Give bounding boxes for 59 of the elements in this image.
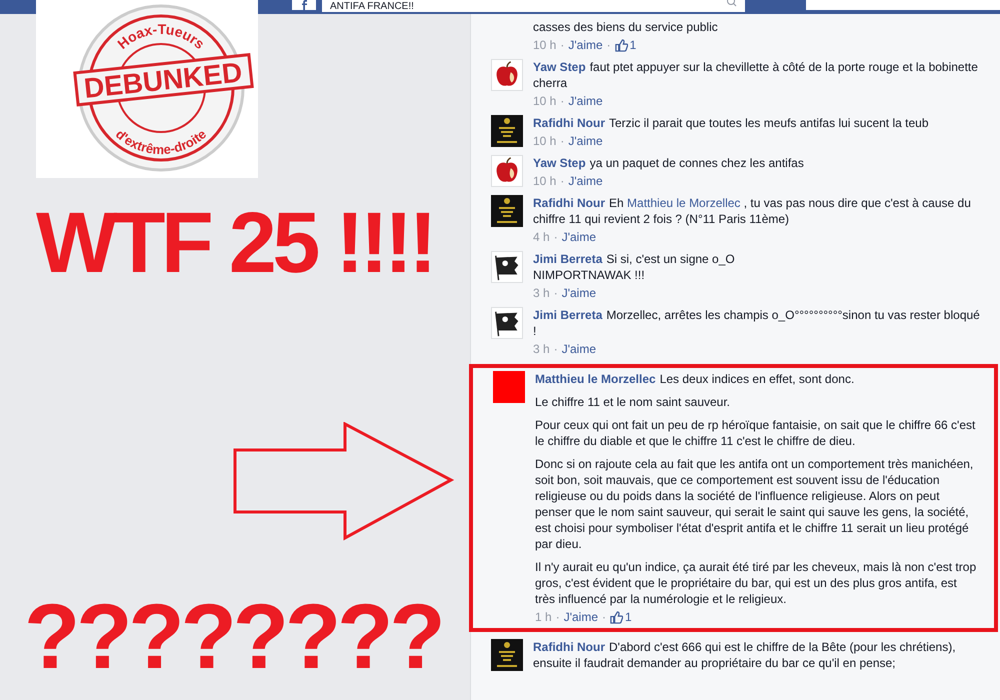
author-link[interactable]: Jimi Berreta bbox=[533, 252, 602, 266]
comment-text: Rafidhi Nour Terzic il parait que toutes les meufs antifas lui sucent la teub bbox=[533, 115, 930, 131]
like-link[interactable]: J'aime bbox=[564, 609, 598, 625]
comment-time: 3 h bbox=[533, 341, 550, 357]
separator-dot: · bbox=[554, 285, 558, 301]
thumbs-up-icon bbox=[614, 38, 628, 52]
thumbs-up-icon bbox=[610, 610, 623, 624]
separator-dot: · bbox=[554, 229, 558, 245]
like-link[interactable]: J'aime bbox=[562, 285, 596, 301]
comment-time: 10 h bbox=[533, 173, 556, 189]
separator-dot: · bbox=[560, 37, 564, 53]
comment-text: Il n'y aurait eu qu'un indice, ça aurait été tiré par les cheveux, mais là non c'est trop gros, c'est évident que le propriétaire du bar, qui est un des plus gros antifa, est très influencé par la numérologie et le religieux. bbox=[535, 559, 978, 607]
author-link[interactable]: Yaw Step bbox=[533, 156, 586, 170]
comment-text: Le chiffre 11 et le nom saint sauveur. bbox=[535, 394, 732, 410]
comment-time: 1 h bbox=[535, 609, 552, 625]
like-link[interactable]: J'aime bbox=[568, 37, 603, 53]
comment-text: Jimi Berreta Si si, c'est un signe o_O bbox=[533, 251, 736, 267]
separator-dot: · bbox=[560, 173, 564, 189]
like-count[interactable]: 1 bbox=[610, 609, 632, 625]
outline-arrow-icon bbox=[233, 422, 455, 542]
like-link[interactable]: J'aime bbox=[568, 93, 603, 109]
comment-text: Yaw Step ya un paquet de connes chez les antifas bbox=[533, 155, 805, 171]
like-count[interactable]: 1 bbox=[614, 37, 636, 53]
comment-text: Pour ceux qui ont fait un peu de rp héroïque fantaisie, on sait que le chiffre 66 c'est le chiffre du diable et que le chiffre 11 c'est le chiffre de dieu. bbox=[535, 417, 976, 449]
comment-time: 10 h bbox=[533, 133, 556, 149]
mention-link[interactable]: Matthieu le Morzellec bbox=[627, 196, 740, 210]
author-link[interactable]: Yaw Step bbox=[533, 60, 586, 74]
author-link[interactable]: Rafidhi Nour bbox=[533, 116, 605, 130]
author-link[interactable]: Rafidhi Nour bbox=[533, 196, 605, 210]
comment-text: Jimi Berreta Morzellec, arrêtes les champis o_O°°°°°°°°°°sinon tu vas rester bloqué ! bbox=[533, 307, 981, 339]
question-marks: ???????? bbox=[24, 592, 443, 682]
comment-time: 10 h bbox=[533, 37, 556, 53]
comment-text: NIMPORTNAWAK !!! bbox=[533, 267, 646, 283]
search-field[interactable]: ANTIFA FRANCE!! bbox=[322, 0, 745, 12]
comment-time: 10 h bbox=[533, 93, 556, 109]
comment-text: Matthieu le Morzellec Les deux indices en effet, sont donc. bbox=[535, 371, 856, 387]
separator-dot: · bbox=[606, 37, 611, 53]
like-link[interactable]: J'aime bbox=[568, 173, 603, 189]
separator-dot: · bbox=[554, 341, 558, 357]
author-link[interactable]: Jimi Berreta bbox=[533, 308, 602, 322]
like-link[interactable]: J'aime bbox=[562, 341, 596, 357]
comment-text: Donc si on rajoute cela au fait que les antifa ont un comportement très manichéen, soit bon, soit mauvais, que ce comportement est souvent issu de l'éducation religieuse ou du poids dans la société de l'influence religieuse. Alors on peut penser que le nom saint sauveur, qui serait le saint qui sauve les gens, la société, est choisi pour symboliser l'état d'esprit antifa et le chiffre 11 serait un lieu protégé par dieu. bbox=[535, 456, 974, 552]
separator-dot: · bbox=[560, 133, 564, 149]
author-link[interactable]: Rafidhi Nour bbox=[533, 640, 605, 654]
comment-time: 4 h bbox=[533, 229, 550, 245]
separator-dot: · bbox=[602, 609, 606, 625]
search-text: ANTIFA FRANCE!! bbox=[330, 0, 414, 12]
comment-text: Yaw Step faut ptet appuyer sur la chevillette à côté de la porte rouge et la bobinette cherra bbox=[533, 59, 979, 91]
separator-dot: · bbox=[556, 609, 560, 625]
comment-text: Rafidhi Nour D'abord c'est 666 qui est le chiffre de la Bête (pour les chrétiens), ensuite il faudrait demander au propriétaire du bar ce qu'il en pense; bbox=[533, 639, 957, 671]
like-link[interactable]: J'aime bbox=[568, 133, 603, 149]
comment-text: casses des biens du service public bbox=[533, 19, 719, 35]
comment-time: 3 h bbox=[533, 285, 550, 301]
separator-dot: · bbox=[560, 93, 564, 109]
like-link[interactable]: J'aime bbox=[562, 229, 596, 245]
comment-text: Rafidhi Nour Eh Matthieu le Morzellec , tu vas pas nous dire que c'est à cause du chiffre 11 qui revient 2 fois ? (N°11 Paris 11ème) bbox=[533, 195, 972, 227]
headline: WTF 25 !!!! bbox=[36, 198, 434, 288]
search-icon bbox=[727, 0, 737, 8]
author-link[interactable]: Matthieu le Morzellec bbox=[535, 372, 656, 386]
